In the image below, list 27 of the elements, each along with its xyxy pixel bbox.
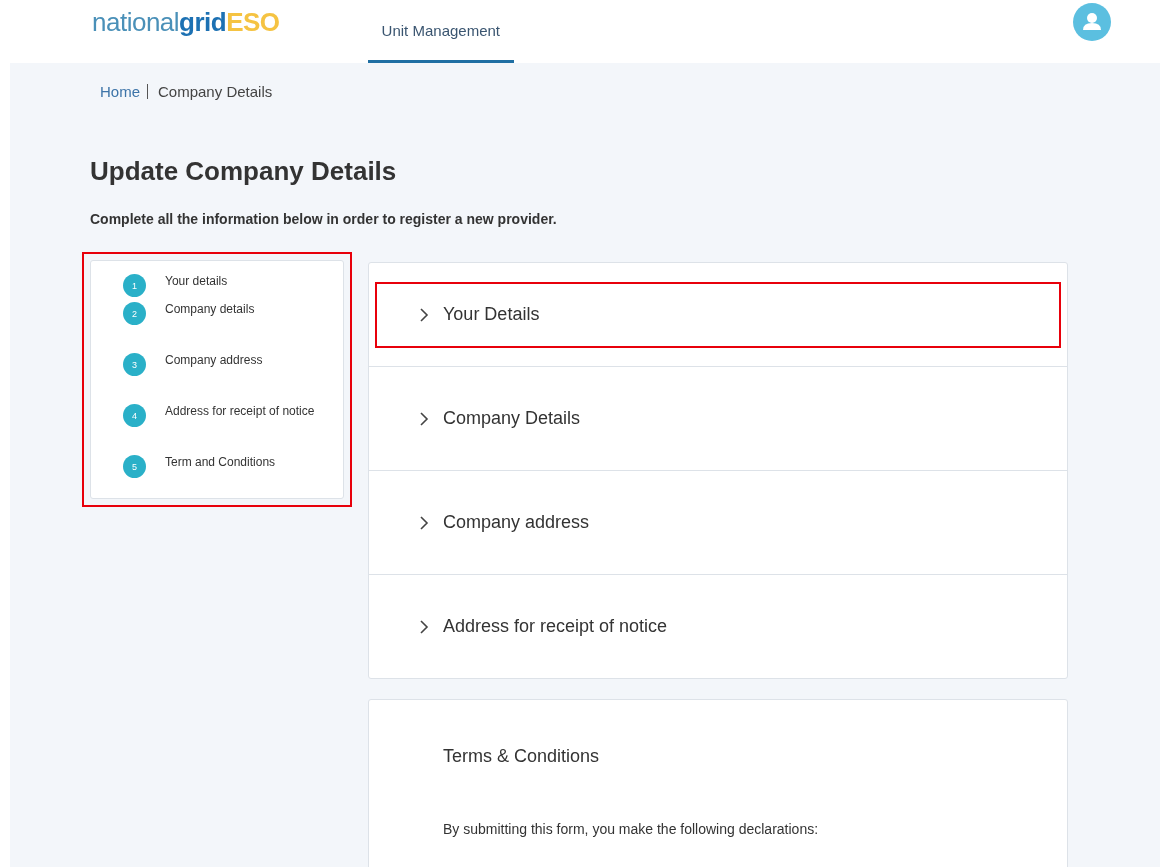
breadcrumb-separator xyxy=(147,84,148,99)
step-link[interactable]: Term and Conditions xyxy=(165,455,276,469)
logo: nationalgridESO xyxy=(92,7,280,38)
accordion-header[interactable]: Company address xyxy=(375,489,1061,556)
page-subtitle: Complete all the information below in order to register a new provider. xyxy=(90,211,558,227)
accordion-header[interactable]: Company Details xyxy=(375,385,1061,452)
chevron-icon xyxy=(419,410,429,427)
breadcrumb-current: Company Details xyxy=(158,83,273,100)
step-number: 1 xyxy=(123,274,146,297)
user-avatar-icon[interactable] xyxy=(1073,2,1111,41)
step-link[interactable]: Your details xyxy=(165,274,228,288)
step-number: 5 xyxy=(123,455,146,478)
step-number: 2 xyxy=(123,302,146,325)
breadcrumb-link[interactable]: Home xyxy=(100,83,140,100)
chevron-icon xyxy=(419,618,429,635)
terms-title: Terms & Conditions xyxy=(443,746,601,767)
terms-text: By submitting this form, you make the following declarations: xyxy=(443,821,820,837)
step-link[interactable]: Address for receipt of notice xyxy=(165,404,315,418)
accordion-header[interactable]: Your Details xyxy=(375,281,1061,348)
page-title: Update Company Details xyxy=(90,156,398,187)
chevron-icon xyxy=(419,306,429,323)
chevron-icon xyxy=(419,514,429,531)
step-link[interactable]: Company details xyxy=(165,302,255,316)
accordion-header[interactable]: Address for receipt of notice xyxy=(375,593,1061,660)
step-link[interactable]: Company address xyxy=(165,353,263,367)
step-number: 4 xyxy=(123,404,146,427)
step-number: 3 xyxy=(123,353,146,376)
